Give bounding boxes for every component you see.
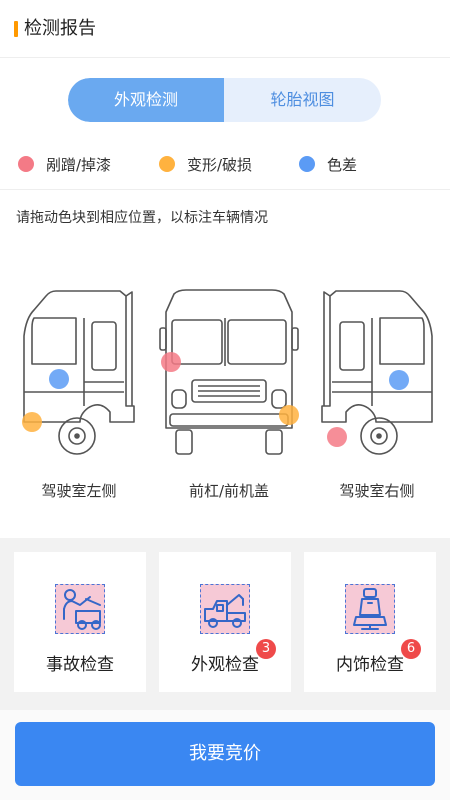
truck-left-side-diagram[interactable] xyxy=(20,288,138,460)
deform-marker[interactable] xyxy=(279,405,299,425)
card-interior-inspection[interactable]: 内饰检查 6 xyxy=(304,552,436,692)
title-accent-bar xyxy=(14,21,18,37)
card-exterior-inspection[interactable]: 外观检查 3 xyxy=(159,552,291,692)
legend-item-color-diff[interactable]: 色差 xyxy=(299,150,357,178)
view-label-front: 前杠/前机盖 xyxy=(188,482,270,500)
view-label-left: 驾驶室左侧 xyxy=(41,482,117,500)
count-badge: 6 xyxy=(401,639,421,659)
car-seat-icon xyxy=(345,584,395,634)
color-diff-marker[interactable] xyxy=(49,369,69,389)
page-title: 检测报告 xyxy=(24,18,96,39)
count-badge: 3 xyxy=(256,639,276,659)
deform-marker[interactable] xyxy=(22,412,42,432)
page-header: 检测报告 xyxy=(0,0,450,58)
color-diff-marker[interactable] xyxy=(389,370,409,390)
legend-label: 剐蹭/掉漆 xyxy=(46,155,112,174)
instruction-text: 请拖动色块到相应位置，以标注车辆情况 xyxy=(16,210,268,226)
legend-item-scratch[interactable]: 剐蹭/掉漆 xyxy=(18,150,111,178)
bid-button[interactable]: 我要竞价 xyxy=(15,722,435,786)
card-label: 事故检查 xyxy=(46,655,114,675)
card-accident-inspection[interactable]: 事故检查 xyxy=(14,552,146,692)
scratch-marker[interactable] xyxy=(161,352,181,372)
legend-label: 色差 xyxy=(327,155,358,174)
mechanic-repair-icon xyxy=(55,584,105,634)
scratch-color-chip[interactable] xyxy=(18,156,34,172)
view-segment-control: 外观检测 轮胎视图 xyxy=(68,78,381,122)
legend-item-deform[interactable]: 变形/破损 xyxy=(159,150,252,178)
divider xyxy=(0,189,450,190)
view-label-right: 驾驶室右侧 xyxy=(339,482,415,500)
damage-legend: 剐蹭/掉漆 变形/破损 色差 xyxy=(0,150,450,178)
tab-tire-view[interactable]: 轮胎视图 xyxy=(224,78,381,122)
deform-color-chip[interactable] xyxy=(159,156,175,172)
scratch-marker[interactable] xyxy=(327,427,347,447)
color-diff-color-chip[interactable] xyxy=(299,156,315,172)
truck-front-diagram[interactable] xyxy=(158,288,300,460)
tow-truck-icon xyxy=(200,584,250,634)
legend-label: 变形/破损 xyxy=(187,155,253,174)
tab-exterior-inspection[interactable]: 外观检测 xyxy=(68,78,224,122)
